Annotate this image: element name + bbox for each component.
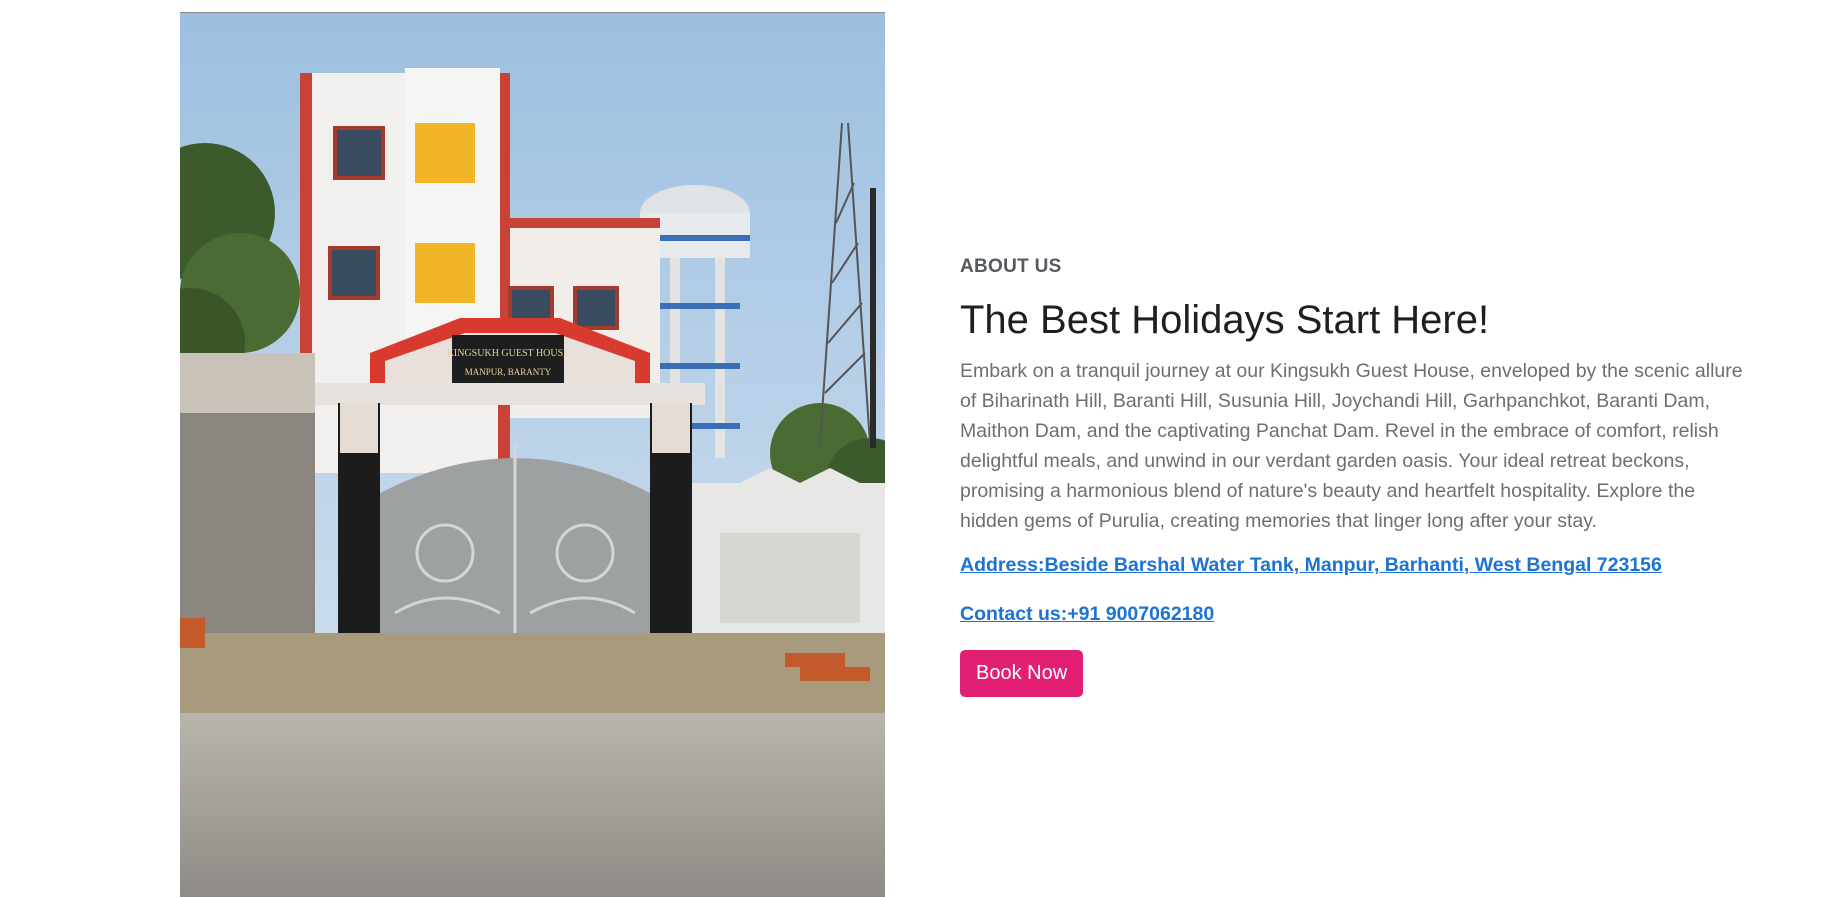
guest-house-photo: KINGSUKH GUEST HOUSE MANPUR, BARANTY xyxy=(180,12,885,897)
address-link[interactable]: Address:Beside Barshal Water Tank, Manpu… xyxy=(960,554,1750,577)
about-content: ABOUT US The Best Holidays Start Here! E… xyxy=(960,256,1750,697)
contact-link[interactable]: Contact us:+91 9007062180 xyxy=(960,603,1750,626)
about-description: Embark on a tranquil journey at our King… xyxy=(960,360,1743,532)
svg-text:MANPUR, BARANTY: MANPUR, BARANTY xyxy=(465,367,552,377)
section-eyebrow: ABOUT US xyxy=(960,256,1062,277)
page-title: The Best Holidays Start Here! xyxy=(960,298,1490,342)
about-section: KINGSUKH GUEST HOUSE MANPUR, BARANTY ABO… xyxy=(0,0,1844,897)
book-now-button[interactable]: Book Now xyxy=(960,650,1084,697)
svg-text:KINGSUKH GUEST HOUSE: KINGSUKH GUEST HOUSE xyxy=(447,348,570,359)
